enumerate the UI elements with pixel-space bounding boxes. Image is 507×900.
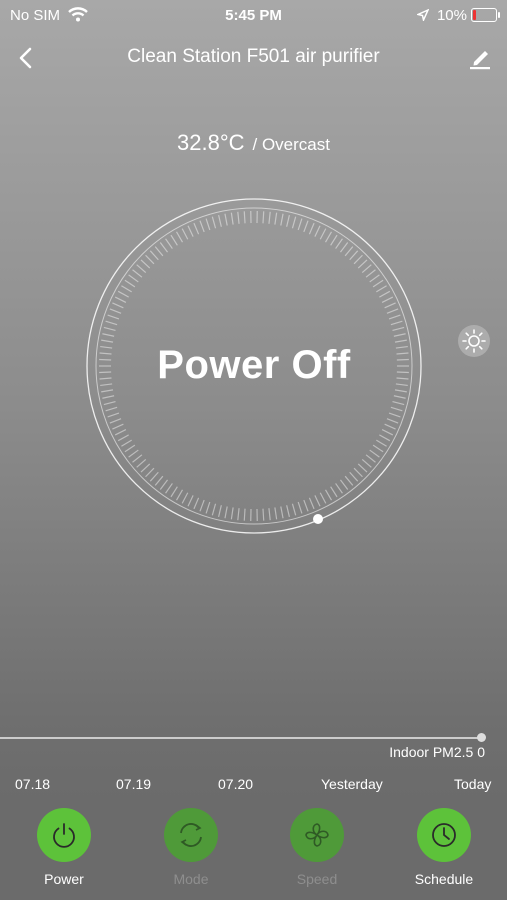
power-icon [53, 823, 75, 848]
pm-trend-marker[interactable] [477, 733, 486, 742]
pm-value: 0 [477, 744, 485, 760]
power-button[interactable]: Power [19, 808, 109, 887]
dial-handle[interactable] [313, 514, 323, 524]
sun-icon [462, 329, 486, 353]
pm-readout: Indoor PM2.5 0 [389, 744, 485, 760]
date-tick: Today [454, 776, 492, 792]
pm-label: Indoor PM2.5 [389, 744, 474, 760]
mode-button[interactable]: Mode [146, 808, 236, 887]
date-tick: 07.18 [15, 776, 51, 792]
pm-trend-line [0, 737, 482, 739]
date-tick: 07.19 [116, 776, 152, 792]
power-label: Power [44, 871, 84, 887]
schedule-button[interactable]: Schedule [399, 808, 489, 887]
mode-label: Mode [173, 871, 209, 887]
brightness-button[interactable] [458, 325, 490, 357]
control-bar: Power Mode Speed Schedule [0, 796, 507, 900]
edit-button[interactable] [467, 44, 493, 72]
mode-cycle-icon [180, 823, 202, 847]
weather-readout: 32.8°C / Overcast [0, 130, 507, 156]
back-button[interactable] [14, 44, 40, 72]
battery-icon [471, 8, 500, 22]
speed-label: Speed [296, 871, 338, 887]
battery-percent: 10% [415, 7, 467, 24]
date-tick: 07.20 [218, 776, 254, 792]
status-bar: No SIM 5:45 PM 10% [0, 0, 507, 30]
date-tick: Yesterday [321, 776, 383, 792]
speed-button[interactable]: Speed [272, 808, 362, 887]
location-arrow-icon [415, 8, 430, 23]
clock-icon [432, 823, 456, 847]
weather-condition: / Overcast [252, 135, 330, 154]
page-title: Clean Station F501 air purifier [127, 46, 380, 67]
schedule-label: Schedule [414, 871, 474, 887]
fan-icon [305, 823, 329, 847]
power-state-label: Power Off [157, 343, 351, 387]
temperature: 32.8°C [177, 130, 245, 155]
pencil-icon [470, 51, 490, 70]
chevron-left-icon [19, 47, 32, 69]
